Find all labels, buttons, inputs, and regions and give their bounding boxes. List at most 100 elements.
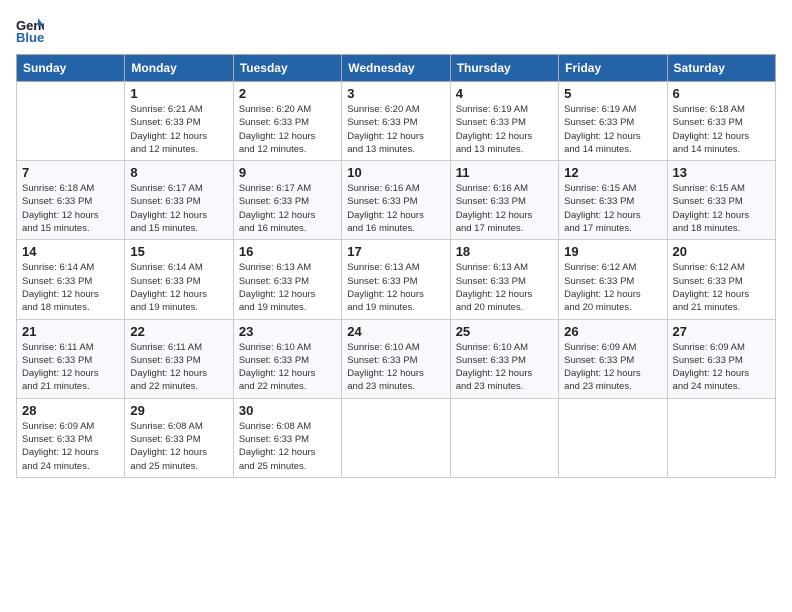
day-info: Sunrise: 6:09 AMSunset: 6:33 PMDaylight:… [22,420,119,473]
day-number: 28 [22,403,119,418]
day-header-saturday: Saturday [667,55,775,82]
calendar-cell: 1 Sunrise: 6:21 AMSunset: 6:33 PMDaylight… [125,82,233,161]
day-info: Sunrise: 6:10 AMSunset: 6:33 PMDaylight:… [347,341,444,394]
day-info: Sunrise: 6:16 AMSunset: 6:33 PMDaylight:… [347,182,444,235]
day-info: Sunrise: 6:15 AMSunset: 6:33 PMDaylight:… [673,182,770,235]
calendar-cell: 9 Sunrise: 6:17 AMSunset: 6:33 PMDaylight… [233,161,341,240]
day-header-thursday: Thursday [450,55,558,82]
day-info: Sunrise: 6:19 AMSunset: 6:33 PMDaylight:… [564,103,661,156]
day-number: 9 [239,165,336,180]
week-row-2: 7Sunrise: 6:18 AMSunset: 6:33 PMDaylight… [17,161,776,240]
day-header-friday: Friday [559,55,667,82]
calendar-cell: 18 Sunrise: 6:13 AMSunset: 6:33 PMDayligh… [450,240,558,319]
day-number: 30 [239,403,336,418]
calendar-cell [450,398,558,477]
day-info: Sunrise: 6:10 AMSunset: 6:33 PMDaylight:… [239,341,336,394]
calendar-cell: 22Sunrise: 6:11 AMSunset: 6:33 PMDayligh… [125,319,233,398]
day-number: 15 [130,244,227,259]
day-number: 23 [239,324,336,339]
day-number: 20 [673,244,770,259]
calendar-cell [559,398,667,477]
calendar-cell: 16 Sunrise: 6:13 AMSunset: 6:33 PMDayligh… [233,240,341,319]
day-info: Sunrise: 6:21 AMSunset: 6:33 PMDaylight:… [130,103,227,156]
day-number: 27 [673,324,770,339]
calendar-cell: 29 Sunrise: 6:08 AMSunset: 6:33 PMDayligh… [125,398,233,477]
day-number: 11 [456,165,553,180]
day-info: Sunrise: 6:10 AMSunset: 6:33 PMDaylight:… [456,341,553,394]
day-number: 8 [130,165,227,180]
day-number: 3 [347,86,444,101]
day-number: 1 [130,86,227,101]
day-info: Sunrise: 6:13 AMSunset: 6:33 PMDaylight:… [239,261,336,314]
day-info: Sunrise: 6:08 AMSunset: 6:33 PMDaylight:… [239,420,336,473]
calendar-cell: 2Sunrise: 6:20 AMSunset: 6:33 PMDaylight… [233,82,341,161]
calendar-cell: 7Sunrise: 6:18 AMSunset: 6:33 PMDaylight… [17,161,125,240]
calendar-cell: 26Sunrise: 6:09 AMSunset: 6:33 PMDayligh… [559,319,667,398]
calendar-cell: 17 Sunrise: 6:13 AMSunset: 6:33 PMDayligh… [342,240,450,319]
calendar-table: SundayMondayTuesdayWednesdayThursdayFrid… [16,54,776,478]
calendar-cell: 11Sunrise: 6:16 AMSunset: 6:33 PMDayligh… [450,161,558,240]
day-number: 4 [456,86,553,101]
day-info: Sunrise: 6:14 AMSunset: 6:33 PMDaylight:… [130,261,227,314]
day-info: Sunrise: 6:08 AMSunset: 6:33 PMDaylight:… [130,420,227,473]
header: General Blue [16,16,776,44]
week-row-5: 28 Sunrise: 6:09 AMSunset: 6:33 PMDayligh… [17,398,776,477]
calendar-cell: 24 Sunrise: 6:10 AMSunset: 6:33 PMDayligh… [342,319,450,398]
day-number: 19 [564,244,661,259]
day-info: Sunrise: 6:15 AMSunset: 6:33 PMDaylight:… [564,182,661,235]
calendar-cell: 13 Sunrise: 6:15 AMSunset: 6:33 PMDayligh… [667,161,775,240]
day-number: 17 [347,244,444,259]
calendar-cell [667,398,775,477]
day-number: 25 [456,324,553,339]
day-number: 12 [564,165,661,180]
svg-text:Blue: Blue [16,30,44,44]
day-info: Sunrise: 6:18 AMSunset: 6:33 PMDaylight:… [22,182,119,235]
day-number: 5 [564,86,661,101]
logo: General Blue [16,16,48,44]
logo-icon: General Blue [16,16,44,44]
day-info: Sunrise: 6:11 AMSunset: 6:33 PMDaylight:… [22,341,119,394]
calendar-cell: 27 Sunrise: 6:09 AMSunset: 6:33 PMDayligh… [667,319,775,398]
calendar-cell: 21Sunrise: 6:11 AMSunset: 6:33 PMDayligh… [17,319,125,398]
day-number: 16 [239,244,336,259]
day-number: 14 [22,244,119,259]
calendar-cell: 20 Sunrise: 6:12 AMSunset: 6:33 PMDayligh… [667,240,775,319]
day-info: Sunrise: 6:17 AMSunset: 6:33 PMDaylight:… [239,182,336,235]
calendar-cell [342,398,450,477]
day-info: Sunrise: 6:19 AMSunset: 6:33 PMDaylight:… [456,103,553,156]
day-number: 18 [456,244,553,259]
day-info: Sunrise: 6:12 AMSunset: 6:33 PMDaylight:… [673,261,770,314]
day-number: 26 [564,324,661,339]
calendar-cell: 5 Sunrise: 6:19 AMSunset: 6:33 PMDaylight… [559,82,667,161]
day-info: Sunrise: 6:11 AMSunset: 6:33 PMDaylight:… [130,341,227,394]
calendar-cell: 8Sunrise: 6:17 AMSunset: 6:33 PMDaylight… [125,161,233,240]
day-header-tuesday: Tuesday [233,55,341,82]
day-number: 6 [673,86,770,101]
day-info: Sunrise: 6:13 AMSunset: 6:33 PMDaylight:… [347,261,444,314]
day-header-monday: Monday [125,55,233,82]
calendar-cell: 12 Sunrise: 6:15 AMSunset: 6:33 PMDayligh… [559,161,667,240]
calendar-cell: 14 Sunrise: 6:14 AMSunset: 6:33 PMDayligh… [17,240,125,319]
day-number: 29 [130,403,227,418]
week-row-3: 14 Sunrise: 6:14 AMSunset: 6:33 PMDayligh… [17,240,776,319]
day-header-sunday: Sunday [17,55,125,82]
day-info: Sunrise: 6:18 AMSunset: 6:33 PMDaylight:… [673,103,770,156]
calendar-cell: 15 Sunrise: 6:14 AMSunset: 6:33 PMDayligh… [125,240,233,319]
day-info: Sunrise: 6:13 AMSunset: 6:33 PMDaylight:… [456,261,553,314]
calendar-cell: 30 Sunrise: 6:08 AMSunset: 6:33 PMDayligh… [233,398,341,477]
calendar-cell [17,82,125,161]
day-info: Sunrise: 6:20 AMSunset: 6:33 PMDaylight:… [347,103,444,156]
day-info: Sunrise: 6:09 AMSunset: 6:33 PMDaylight:… [673,341,770,394]
week-row-1: 1 Sunrise: 6:21 AMSunset: 6:33 PMDaylight… [17,82,776,161]
day-header-wednesday: Wednesday [342,55,450,82]
day-number: 13 [673,165,770,180]
calendar-cell: 3 Sunrise: 6:20 AMSunset: 6:33 PMDaylight… [342,82,450,161]
day-info: Sunrise: 6:14 AMSunset: 6:33 PMDaylight:… [22,261,119,314]
calendar-cell: 23 Sunrise: 6:10 AMSunset: 6:33 PMDayligh… [233,319,341,398]
day-number: 24 [347,324,444,339]
calendar-cell: 28 Sunrise: 6:09 AMSunset: 6:33 PMDayligh… [17,398,125,477]
day-info: Sunrise: 6:12 AMSunset: 6:33 PMDaylight:… [564,261,661,314]
day-number: 10 [347,165,444,180]
week-row-4: 21Sunrise: 6:11 AMSunset: 6:33 PMDayligh… [17,319,776,398]
calendar-cell: 4 Sunrise: 6:19 AMSunset: 6:33 PMDaylight… [450,82,558,161]
